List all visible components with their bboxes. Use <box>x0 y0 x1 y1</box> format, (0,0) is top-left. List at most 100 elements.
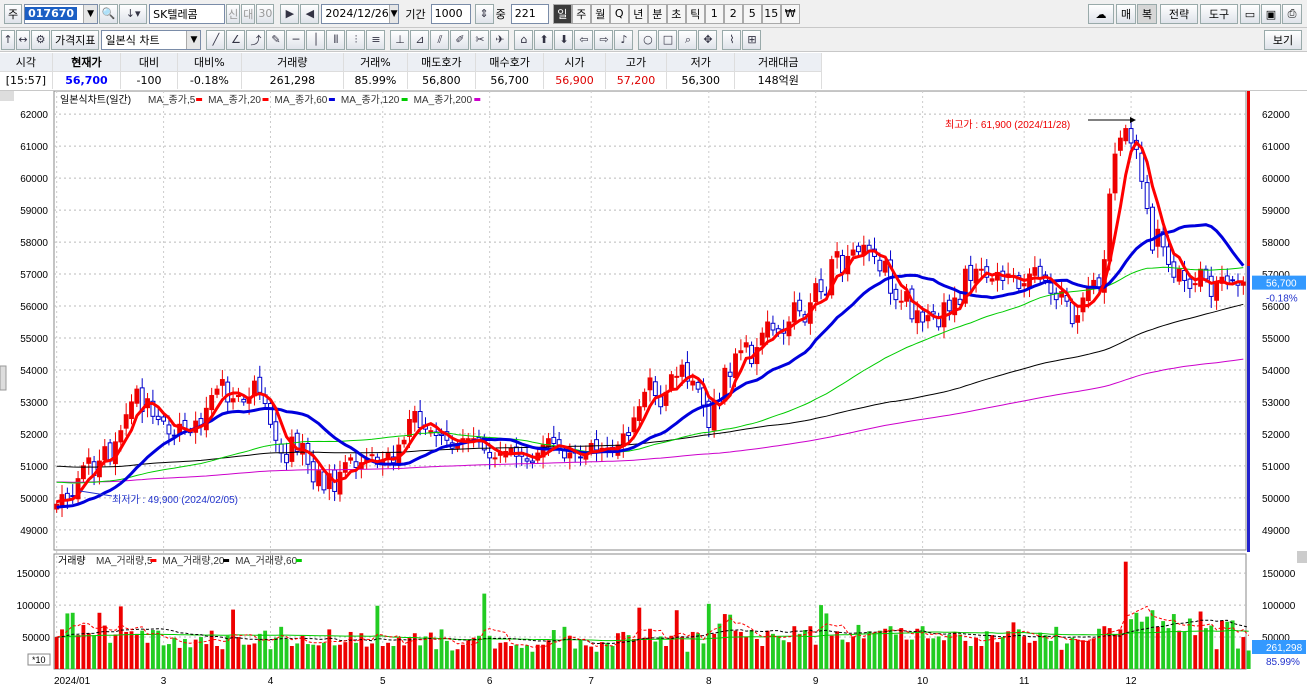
cloud-icon[interactable]: ☁ <box>1088 4 1114 24</box>
indicator-button[interactable]: 가격지표 <box>51 29 100 50</box>
down-icon[interactable]: ⬇ <box>554 29 574 50</box>
timeframe-tab-9[interactable]: 2 <box>723 3 743 24</box>
timeframe-tab-10[interactable]: 5 <box>742 3 762 24</box>
last-volume-ratio: 85.99% <box>1266 657 1300 668</box>
volume-bar <box>268 649 273 669</box>
vline-icon[interactable]: │ <box>306 29 326 50</box>
send-icon[interactable]: ✈ <box>490 29 510 50</box>
quote-value-10: 56,300 <box>666 71 736 89</box>
volume-bar <box>1129 619 1134 669</box>
mode-button[interactable]: 주 <box>4 3 23 24</box>
period-input[interactable]: 1000 <box>430 3 471 24</box>
volume-bar <box>583 645 588 669</box>
timeframe-tab-7[interactable]: 틱 <box>685 3 705 24</box>
volume-bar <box>215 646 219 669</box>
strategy-button[interactable]: 전략 <box>1160 4 1198 24</box>
sort-icon[interactable]: ↓▾ <box>119 3 148 24</box>
candle-body <box>1230 279 1236 282</box>
timeframe-tab-0[interactable]: 일 <box>552 3 572 24</box>
timeframe-tab-3[interactable]: Q <box>609 3 629 24</box>
view-button[interactable]: 보기 <box>1264 30 1302 50</box>
calendar-dropdown-icon[interactable]: ▼ <box>388 4 399 23</box>
trendline-icon[interactable]: ╱ <box>206 29 226 50</box>
price-tick-left-10: 59000 <box>20 206 48 217</box>
candle-body <box>738 350 744 354</box>
find-icon[interactable]: ⌕ <box>678 29 698 50</box>
right-icon[interactable]: ⇨ <box>594 29 614 50</box>
square-icon[interactable]: □ <box>658 29 678 50</box>
save-icon[interactable]: ▣ <box>1261 4 1281 24</box>
home-icon[interactable]: ⌂ <box>514 29 534 50</box>
curve-icon[interactable]: ⤴ <box>246 29 266 50</box>
tools-button[interactable]: 도구 <box>1200 4 1238 24</box>
hline-icon[interactable]: ─ <box>286 29 306 50</box>
expand-icon[interactable]: ↔ <box>16 29 30 50</box>
volume-bar <box>562 626 567 669</box>
timeframe-tab-5[interactable]: 분 <box>647 3 667 24</box>
music-icon[interactable]: ♪ <box>614 29 634 50</box>
multi-button[interactable]: 복 <box>1137 4 1157 24</box>
triangle-icon[interactable]: ⊿ <box>410 29 430 50</box>
market-button-30[interactable]: 30 <box>256 3 275 24</box>
arrow-up-icon[interactable]: ↑ <box>1 29 15 50</box>
brush-icon[interactable]: ✐ <box>450 29 470 50</box>
print-icon[interactable]: ⎙ <box>1282 4 1302 24</box>
x-tick-2: 4 <box>268 676 274 687</box>
left-icon[interactable]: ⇦ <box>574 29 594 50</box>
timeframe-tab-4[interactable]: 년 <box>628 3 648 24</box>
volume-bar <box>872 632 877 669</box>
volume-bar <box>193 639 198 669</box>
candle-body <box>278 443 284 454</box>
chart-type-select[interactable]: 일본식 차트 ▼ <box>101 29 202 50</box>
chevron-down-icon[interactable]: ▼ <box>186 30 201 49</box>
vgrid-icon[interactable]: ⫶ <box>346 29 366 50</box>
timeframe-tab-8[interactable]: 1 <box>704 3 724 24</box>
market-button-loan[interactable]: 대 <box>241 3 256 24</box>
volume-bar <box>776 636 781 669</box>
date-input[interactable]: 2024/12/26 ▼ <box>321 3 400 24</box>
channel-icon[interactable]: ⫽ <box>430 29 450 50</box>
stock-name-field[interactable]: SK텔레콤 <box>149 3 226 24</box>
up-icon[interactable]: ⬆ <box>534 29 554 50</box>
circle-icon[interactable]: ○ <box>638 29 658 50</box>
angle-icon[interactable]: ∠ <box>226 29 246 50</box>
quote-value-11: 148억원 <box>734 71 822 89</box>
candle-body <box>203 407 209 431</box>
timeframe-tab-6[interactable]: 초 <box>666 3 686 24</box>
timeframe-tab-1[interactable]: 주 <box>571 3 591 24</box>
chevron-down-icon[interactable]: ▼ <box>83 4 98 23</box>
wave-icon[interactable]: ⌇ <box>722 29 742 50</box>
timeframe-tab-11[interactable]: 15 <box>761 3 781 24</box>
volume-bar <box>931 638 936 669</box>
search-icon[interactable]: 🔍 <box>99 3 119 24</box>
market-button-new[interactable]: 신 <box>226 3 241 24</box>
play-icon[interactable]: ▶ <box>280 3 300 24</box>
volume-bar <box>1118 629 1123 669</box>
quote-header-2: 대비 <box>120 53 178 72</box>
hgrid-icon[interactable]: ≡ <box>366 29 386 50</box>
back-icon[interactable]: ◀ <box>300 3 320 24</box>
volume-bar <box>1150 610 1155 669</box>
x-tick-4: 6 <box>487 676 493 687</box>
timeframe-tab-12[interactable]: ₩ <box>780 3 800 24</box>
folder-icon[interactable]: ▭ <box>1240 4 1260 24</box>
zoom-icon[interactable]: ⇕ <box>474 3 494 24</box>
price-tick-right-13: 62000 <box>1262 110 1290 121</box>
vbars-icon[interactable]: ⫴ <box>326 29 346 50</box>
drawing-toolbar: ↑ ↔ ⚙ 가격지표 일본식 차트 ▼ ╱ ∠ ⤴ ✎ ─ │ ⫴ ⫶ ≡ ⊥ ⊿ ⫽ ✐ ✂ ✈ ⌂ ⬆ ⬇ ⇦ ⇨… <box>0 28 1307 52</box>
settings-icon[interactable]: ⚙ <box>31 29 50 50</box>
fork-icon[interactable]: ⊥ <box>390 29 410 50</box>
cut-icon[interactable]: ✂ <box>470 29 490 50</box>
stock-code-input[interactable]: 017670 ▼ <box>24 3 99 24</box>
candle-body <box>492 457 498 460</box>
timeframe-tab-2[interactable]: 월 <box>590 3 610 24</box>
sell-button[interactable]: 매 <box>1116 4 1136 24</box>
count-input[interactable]: 221 <box>510 3 549 24</box>
price-chart[interactable]: 49000 49000 50000 50000 51000 51000 52000 52000… <box>0 91 1307 688</box>
price-tick-right-6: 55000 <box>1262 334 1290 345</box>
crosshair-icon[interactable]: ✥ <box>698 29 718 50</box>
volume-bar <box>450 650 455 669</box>
grid-icon[interactable]: ⊞ <box>742 29 762 50</box>
volume-bar <box>1054 626 1059 669</box>
pen-icon[interactable]: ✎ <box>266 29 286 50</box>
